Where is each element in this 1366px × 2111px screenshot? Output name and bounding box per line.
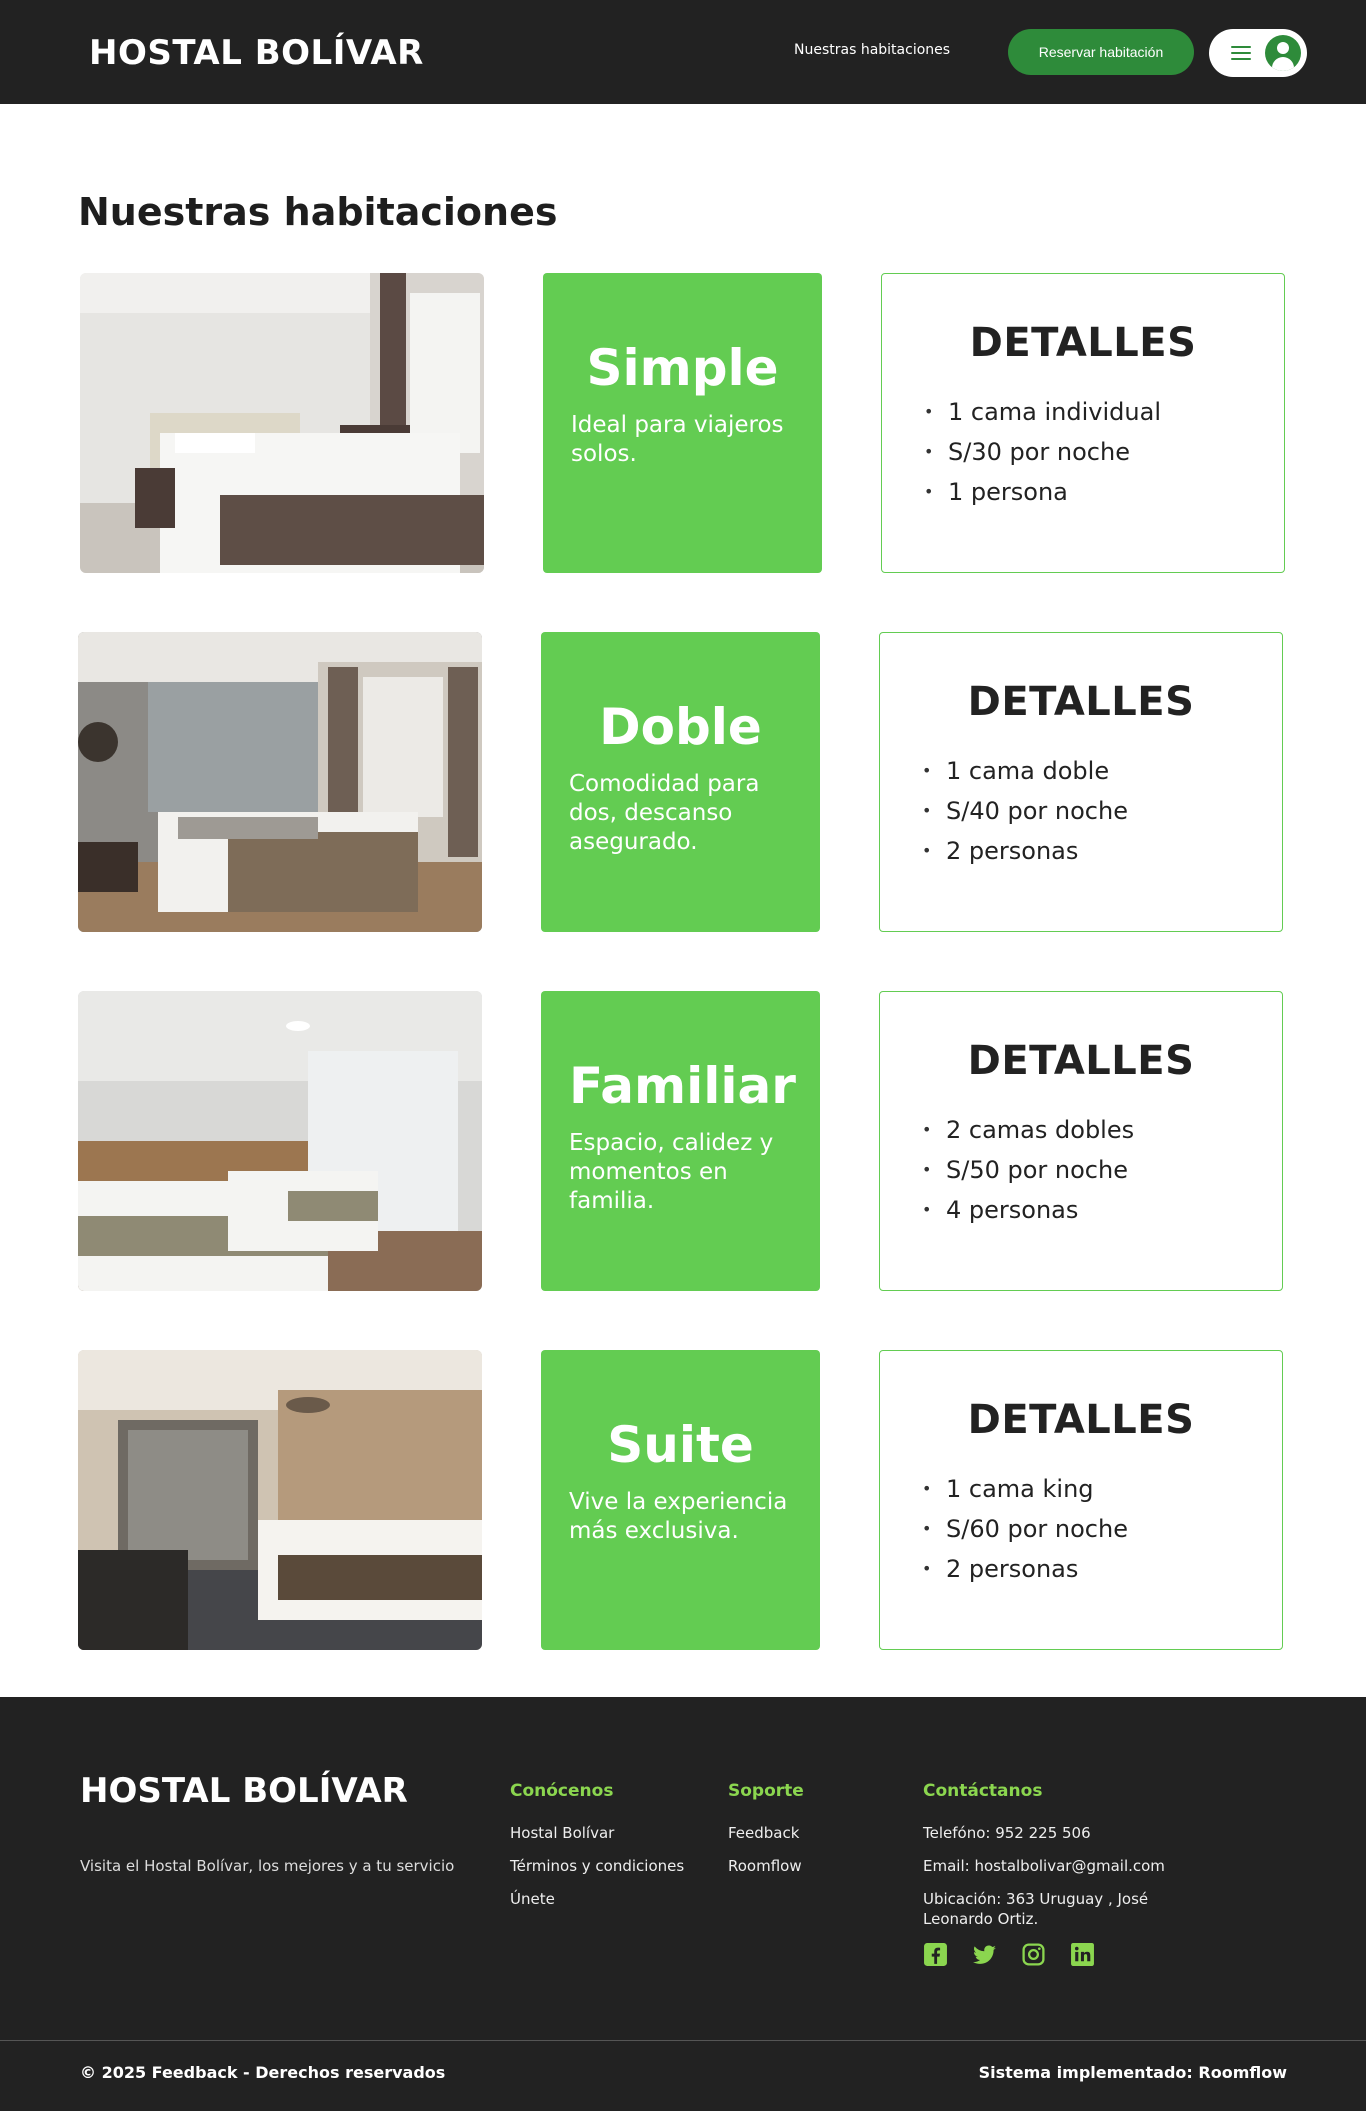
room-details-suite: DETALLES 1 cama king S/60 por noche 2 pe… [879, 1350, 1283, 1650]
footer-heading: Soporte [728, 1781, 804, 1801]
details-title: DETALLES [967, 1038, 1195, 1084]
details-list: 1 cama king S/60 por noche 2 personas [880, 1469, 1282, 1589]
system-credit: Sistema implementado: Roomflow [978, 2063, 1287, 2082]
room-card-suite: Suite Vive la experiencia más exclusiva. [541, 1350, 820, 1650]
details-item: 2 camas dobles [922, 1110, 1282, 1150]
details-list: 1 cama doble S/40 por noche 2 personas [880, 751, 1282, 871]
room-photo-simple [80, 273, 484, 573]
details-list: 2 camas dobles S/50 por noche 4 personas [880, 1110, 1282, 1230]
reserve-room-button[interactable]: Reservar habitación [1008, 29, 1194, 75]
room-name: Simple [586, 339, 779, 397]
facebook-icon[interactable] [923, 1942, 948, 1967]
user-avatar-icon [1265, 35, 1301, 71]
footer-brand: HOSTAL BOLÍVAR [80, 1771, 408, 1811]
room-description: Comodidad para dos, descanso asegurado. [569, 771, 760, 855]
room-name: Familiar [569, 1057, 796, 1115]
room-photo-familiar [78, 991, 482, 1291]
brand-logo[interactable]: HOSTAL BOLÍVAR [89, 33, 424, 73]
footer-divider [0, 2040, 1366, 2041]
footer-tagline: Visita el Hostal Bolívar, los mejores y … [80, 1857, 455, 1875]
room-description: Vive la experiencia más exclusiva. [569, 1489, 788, 1544]
contact-email: Email: hostalbolivar@gmail.com [923, 1857, 1165, 1875]
details-item: 1 cama doble [922, 751, 1282, 791]
room-details-doble: DETALLES 1 cama doble S/40 por noche 2 p… [879, 632, 1283, 932]
details-list: 1 cama individual S/30 por noche 1 perso… [882, 392, 1284, 512]
footer-link-roomflow[interactable]: Roomflow [728, 1856, 804, 1876]
footer-heading: Contáctanos [923, 1781, 1043, 1801]
menu-icon [1231, 46, 1251, 60]
details-item: S/60 por noche [922, 1509, 1282, 1549]
room-row-familiar: Familiar Espacio, calidez y momentos en … [0, 991, 1366, 1291]
room-description: Espacio, calidez y momentos en familia. [569, 1130, 774, 1214]
footer-column-know: Conócenos Hostal Bolívar Términos y cond… [510, 1781, 684, 1922]
details-item: 2 personas [922, 1549, 1282, 1589]
details-item: 1 persona [924, 472, 1284, 512]
room-details-familiar: DETALLES 2 camas dobles S/50 por noche 4… [879, 991, 1283, 1291]
room-name: Doble [599, 698, 762, 756]
details-title: DETALLES [969, 320, 1197, 366]
details-item: S/40 por noche [922, 791, 1282, 831]
details-title: DETALLES [967, 1397, 1195, 1443]
details-item: 4 personas [922, 1190, 1282, 1230]
site-footer: HOSTAL BOLÍVAR Visita el Hostal Bolívar,… [0, 1697, 1366, 2111]
room-card-simple: Simple Ideal para viajeros solos. [543, 273, 822, 573]
room-name: Suite [607, 1416, 754, 1474]
room-photo-doble [78, 632, 482, 932]
social-links [923, 1942, 1183, 1967]
details-item: S/50 por noche [922, 1150, 1282, 1190]
page-title: Nuestras habitaciones [78, 190, 558, 234]
footer-link-terms[interactable]: Términos y condiciones [510, 1856, 684, 1876]
room-row-simple: Simple Ideal para viajeros solos. DETALL… [0, 273, 1366, 573]
nav-link-rooms[interactable]: Nuestras habitaciones [794, 42, 950, 58]
linkedin-icon[interactable] [1070, 1942, 1095, 1967]
footer-column-contact: Contáctanos Telefóno: 952 225 506 Email:… [923, 1781, 1183, 1967]
room-card-familiar: Familiar Espacio, calidez y momentos en … [541, 991, 820, 1291]
copyright-text: © 2025 Feedback - Derechos reservados [80, 2063, 446, 2082]
contact-phone: Telefóno: 952 225 506 [923, 1824, 1091, 1842]
instagram-icon[interactable] [1021, 1942, 1046, 1967]
site-header: HOSTAL BOLÍVAR Nuestras habitaciones Res… [0, 0, 1366, 104]
room-row-doble: Doble Comodidad para dos, descanso asegu… [0, 632, 1366, 932]
footer-link-feedback[interactable]: Feedback [728, 1823, 804, 1843]
footer-link-join[interactable]: Únete [510, 1889, 684, 1909]
user-menu-button[interactable] [1209, 29, 1307, 77]
footer-heading: Conócenos [510, 1781, 614, 1801]
room-details-simple: DETALLES 1 cama individual S/30 por noch… [881, 273, 1285, 573]
room-card-doble: Doble Comodidad para dos, descanso asegu… [541, 632, 820, 932]
footer-link-hostal[interactable]: Hostal Bolívar [510, 1823, 684, 1843]
room-description: Ideal para viajeros solos. [571, 412, 784, 467]
details-title: DETALLES [967, 679, 1195, 725]
room-row-suite: Suite Vive la experiencia más exclusiva.… [0, 1350, 1366, 1650]
twitter-icon[interactable] [972, 1942, 997, 1967]
details-item: S/30 por noche [924, 432, 1284, 472]
footer-column-support: Soporte Feedback Roomflow [728, 1781, 804, 1889]
details-item: 1 cama individual [924, 392, 1284, 432]
details-item: 2 personas [922, 831, 1282, 871]
contact-location: Ubicación: 363 Uruguay , José Leonardo O… [923, 1890, 1149, 1928]
details-item: 1 cama king [922, 1469, 1282, 1509]
room-photo-suite [78, 1350, 482, 1650]
